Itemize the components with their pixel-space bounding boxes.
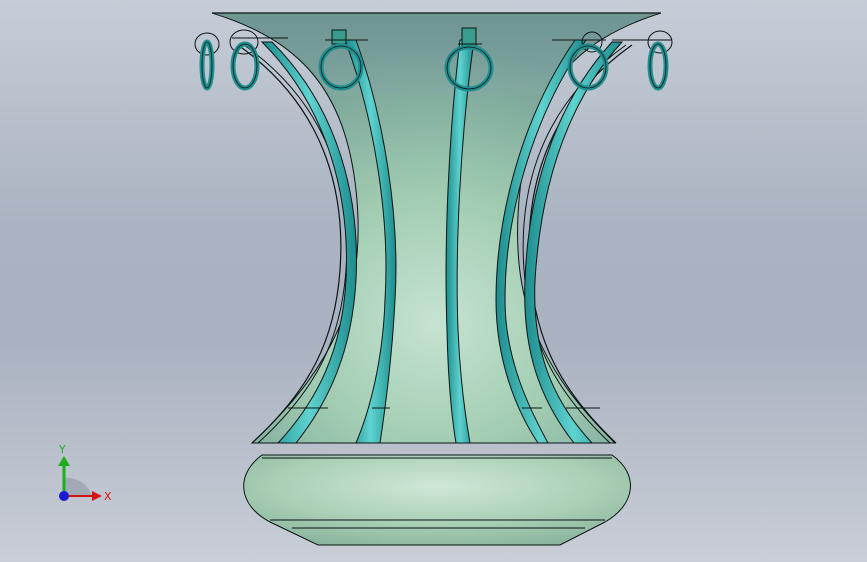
axis-triad: Y X bbox=[58, 443, 112, 503]
y-axis-label: Y bbox=[58, 443, 66, 456]
triad-plane-icon bbox=[64, 477, 92, 496]
3d-viewport[interactable]: Y X bbox=[0, 0, 867, 562]
x-axis-label: X bbox=[104, 490, 112, 503]
ring-far-right bbox=[612, 30, 673, 91]
vase-base bbox=[243, 454, 631, 546]
y-axis-arrow-icon bbox=[58, 456, 70, 466]
ring-far-left bbox=[194, 32, 220, 91]
vase-model[interactable] bbox=[0, 0, 867, 562]
z-axis-dot-icon bbox=[59, 491, 69, 501]
x-axis-arrow-icon bbox=[92, 491, 102, 501]
